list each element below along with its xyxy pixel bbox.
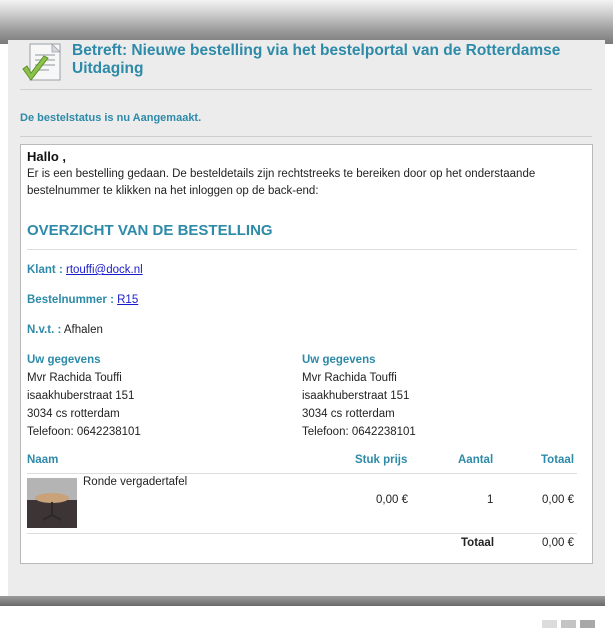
- klant-email-link[interactable]: rtouffi@dock.nl: [66, 264, 143, 276]
- bestelnummer-link[interactable]: R15: [117, 294, 138, 306]
- klant-row: Klant : rtouffi@dock.nl: [27, 264, 143, 276]
- column-header-totaal: Totaal: [541, 454, 575, 466]
- customer-street: isaakhuberstraat 151: [27, 390, 135, 402]
- nvt-row: N.v.t. : Afhalen: [27, 324, 103, 336]
- email-sheet: Betreft: Nieuwe bestelling via het beste…: [8, 40, 605, 628]
- details-heading: Uw gegevens: [27, 354, 101, 366]
- customer-details-left: Uw gegevens Mvr Rachida Touffi isaakhube…: [27, 351, 141, 441]
- nvt-label: N.v.t. :: [27, 324, 62, 336]
- nvt-value: Afhalen: [63, 324, 103, 336]
- intro-text: Er is een bestelling gedaan. De bestelde…: [27, 168, 536, 197]
- page-dot[interactable]: [542, 620, 557, 628]
- product-total: 0,00 €: [542, 494, 574, 506]
- product-name: Ronde vergadertafel: [83, 476, 188, 488]
- overview-title: OVERZICHT VAN DE BESTELLING: [27, 222, 273, 239]
- email-subject-title: Betreft: Nieuwe bestelling via het beste…: [72, 42, 561, 77]
- greeting: Hallo ,: [27, 149, 67, 164]
- details-heading: Uw gegevens: [302, 354, 376, 366]
- divider: [27, 473, 577, 474]
- product-unit-price: 0,00 €: [376, 494, 408, 506]
- customer-name: Mvr Rachida Touffi: [302, 372, 397, 384]
- page-dot[interactable]: [580, 620, 595, 628]
- product-quantity: 1: [487, 494, 494, 506]
- bestelnummer-row: Bestelnummer : R15: [27, 294, 138, 306]
- email-header: Betreft: Nieuwe bestelling via het beste…: [20, 40, 592, 90]
- order-status-text: De bestelstatus is nu Aangemaakt.: [20, 112, 202, 124]
- column-header-naam: Naam: [27, 454, 59, 466]
- customer-city: 3034 cs rotterdam: [27, 408, 120, 420]
- customer-street: isaakhuberstraat 151: [302, 390, 410, 402]
- customer-phone: Telefoon: 0642238101: [27, 426, 141, 438]
- customer-city: 3034 cs rotterdam: [302, 408, 395, 420]
- customer-name: Mvr Rachida Touffi: [27, 372, 122, 384]
- column-header-aantal: Aantal: [458, 454, 494, 466]
- customer-phone: Telefoon: 0642238101: [302, 426, 416, 438]
- bottom-bar: [0, 596, 605, 606]
- bestelnummer-label: Bestelnummer :: [27, 294, 114, 306]
- document-check-icon: [20, 42, 66, 88]
- grand-total-value: 0,00 €: [542, 537, 574, 549]
- column-header-stuk-prijs: Stuk prijs: [355, 454, 408, 466]
- grand-total-label: Totaal: [461, 537, 495, 549]
- product-thumbnail: [27, 478, 77, 528]
- klant-label: Klant :: [27, 264, 63, 276]
- customer-details-right: Uw gegevens Mvr Rachida Touffi isaakhube…: [302, 351, 416, 441]
- divider: [20, 136, 592, 137]
- divider: [27, 249, 577, 250]
- email-body: Hallo , Er is een bestelling gedaan. De …: [20, 144, 593, 564]
- divider: [27, 533, 577, 534]
- top-bar: [0, 0, 613, 44]
- page-dot[interactable]: [561, 620, 576, 628]
